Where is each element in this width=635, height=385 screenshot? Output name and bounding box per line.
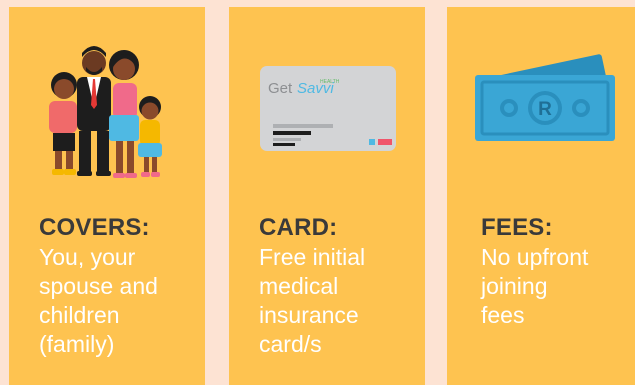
father-figure (77, 46, 111, 176)
mother-figure (109, 50, 139, 178)
card-brand-health: HEALTH (320, 79, 340, 85)
card-line (273, 131, 311, 135)
card-brand-get: Get (268, 80, 293, 97)
card-description: Free initial medical insurance card/s (259, 244, 366, 357)
covers-title: COVERS: (39, 214, 150, 241)
fees-description: No upfront joining fees (481, 244, 589, 328)
money-icon: R (475, 54, 615, 141)
card-line (273, 138, 301, 141)
card-title: CARD: (259, 214, 338, 241)
girl-figure (138, 96, 162, 177)
card-panel: Get Savvi HEALTH CARD: Free initial medi… (229, 7, 425, 385)
fees-title: FEES: (481, 214, 553, 241)
boy-figure (49, 72, 77, 175)
covers-panel: COVERS: You, your spouse and children (f… (9, 7, 205, 385)
rand-symbol: R (538, 99, 552, 120)
card-chip-red (378, 139, 392, 145)
card-chip-blue (369, 139, 375, 145)
fees-panel: R FEES: No upfront joining fees (447, 7, 635, 385)
medical-card-icon: Get Savvi HEALTH (260, 66, 396, 151)
covers-description: You, your spouse and children (family) (39, 244, 158, 357)
card-line (273, 143, 295, 146)
family-icon (49, 46, 162, 178)
card-line (273, 124, 333, 128)
